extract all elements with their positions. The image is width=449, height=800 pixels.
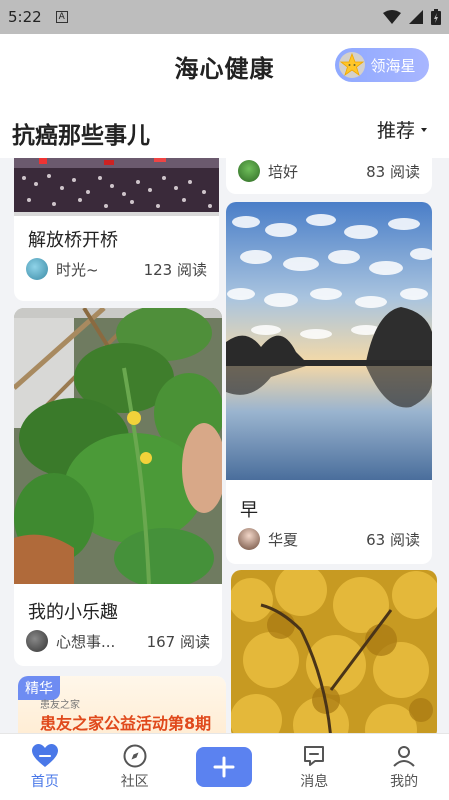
tab-home-label: 首页 (30, 773, 59, 790)
tab-post[interactable] (180, 734, 270, 800)
post-card[interactable]: 我的小乐趣 心想事... 167 阅读 (14, 308, 222, 666)
sim-icon: A (55, 11, 68, 23)
post-title: 解放桥开桥 (28, 230, 118, 251)
author-name: 时光~ (56, 260, 99, 279)
tab-messages-label: 消息 (300, 773, 329, 790)
post-image (231, 570, 437, 733)
post-card[interactable] (231, 570, 437, 733)
post-card[interactable]: 解放桥开桥 时光~ 123 阅读 (14, 158, 219, 301)
bottom-tab-bar: 首页 社区 消息 我的 (0, 733, 449, 800)
message-icon (304, 745, 325, 766)
status-bar: 5:22 A (0, 0, 449, 34)
post-title: 我的小乐趣 (28, 602, 118, 623)
banner-brand: 患友之家 (40, 700, 80, 711)
read-count: 123 阅读 (143, 260, 207, 279)
compass-icon (123, 744, 147, 767)
topic-bar: 抗癌那些事儿 推荐 (0, 98, 449, 158)
caret-down-icon (421, 127, 427, 132)
claim-star-label: 领海星 (370, 56, 416, 75)
read-count: 63 阅读 (366, 530, 420, 549)
avatar (26, 630, 48, 652)
sort-label: 推荐 (376, 120, 415, 142)
post-card[interactable]: 培好 83 阅读 (226, 158, 432, 194)
tab-community-label: 社区 (120, 773, 149, 790)
post-feed[interactable]: 解放桥开桥 时光~ 123 阅读 我的小乐趣 心想事... 167 阅读 精华 … (0, 158, 449, 733)
author-name: 华夏 (268, 530, 299, 549)
post-card[interactable]: 早 华夏 63 阅读 (226, 202, 432, 564)
user-icon (393, 745, 415, 767)
sort-dropdown[interactable]: 推荐 (377, 116, 427, 143)
tab-messages[interactable]: 消息 (269, 734, 359, 800)
post-meta: 时光~ 123 阅读 (26, 258, 207, 280)
battery-icon (431, 9, 441, 25)
page-title: 海心健康 (174, 54, 275, 83)
author-name: 培好 (268, 162, 299, 181)
heart-icon (31, 743, 58, 767)
post-card[interactable]: 精华 患友之家 患友之家公益活动第8期 (18, 676, 226, 733)
topic-title: 抗癌那些事儿 (12, 123, 150, 149)
tab-profile-label: 我的 (390, 773, 419, 790)
wifi-icon (383, 10, 401, 24)
status-time: 5:22 (8, 8, 42, 26)
post-image (14, 158, 219, 216)
tab-profile[interactable]: 我的 (359, 734, 449, 800)
create-post-button[interactable] (196, 747, 253, 787)
read-count: 167 阅读 (146, 632, 210, 651)
post-meta: 培好 83 阅读 (238, 160, 420, 182)
avatar (238, 160, 260, 182)
avatar (238, 528, 260, 550)
signal-icon (409, 10, 423, 24)
post-meta: 华夏 63 阅读 (238, 528, 420, 550)
avatar (26, 258, 48, 280)
post-meta: 心想事... 167 阅读 (26, 630, 210, 652)
tab-community[interactable]: 社区 (90, 734, 180, 800)
post-image (14, 308, 222, 584)
read-count: 83 阅读 (366, 162, 420, 181)
banner-text: 患友之家公益活动第8期 (40, 714, 212, 733)
claim-star-button[interactable]: 领海星 (335, 48, 429, 82)
post-image (226, 202, 432, 480)
tab-home[interactable]: 首页 (0, 734, 90, 800)
star-icon (339, 52, 366, 78)
author-name: 心想事... (56, 632, 116, 651)
app-header: 海心健康 领海星 (0, 34, 449, 98)
plus-icon (213, 756, 235, 778)
post-title: 早 (240, 500, 258, 521)
